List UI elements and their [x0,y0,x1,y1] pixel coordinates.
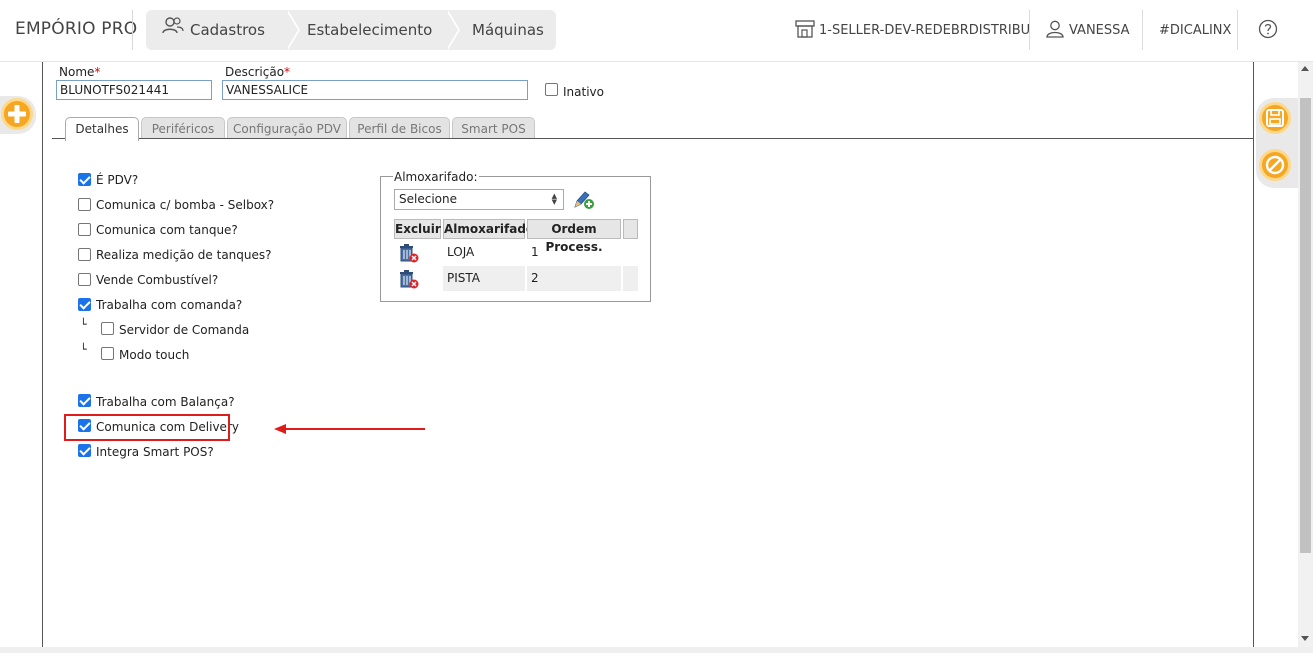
cell-almoxarifado: PISTA [443,266,525,291]
descricao-input[interactable]: VANESSALICE [222,80,528,100]
user-name: VANESSA [1069,23,1130,38]
table-row: LOJA 1 [394,240,638,265]
users-icon [162,9,184,49]
almoxarifado-select[interactable]: Selecione ▲ ▼ [394,189,564,210]
integra-smart-pos-checkbox[interactable] [78,444,91,457]
servidor-comanda-checkbox[interactable] [101,322,114,335]
trabalha-balanca-label: Trabalha com Balança? [96,395,235,409]
column-ordem-process: Ordem Process. [527,219,621,254]
save-icon [1266,109,1284,127]
comunica-tanque-label: Comunica com tanque? [96,223,238,237]
servidor-comanda-label: Servidor de Comanda [119,323,250,337]
nome-label: Nome* [59,65,101,79]
vende-combustivel-label: Vende Combustível? [96,273,219,287]
column-excluir: Excluir [394,219,441,239]
frame-right-border [1253,62,1254,647]
store-selector[interactable]: 1-SELLER-DEV-REDEBRDISTRIBU [795,10,1030,50]
block-icon [1265,155,1285,175]
user-icon [1046,20,1064,38]
toolbar-divider [1029,10,1030,50]
trash-delete-icon [400,244,419,263]
cancel-button[interactable] [1259,149,1291,181]
add-almoxarifado-button[interactable] [572,189,596,211]
trabalha-comanda-checkbox[interactable] [78,298,91,311]
save-button[interactable] [1259,102,1291,134]
dicalinx-link[interactable]: #DICALINX [1159,10,1231,50]
delete-row-button[interactable] [398,269,420,293]
tab-detalhes[interactable]: Detalhes [65,117,139,141]
comunica-bomba-label: Comunica c/ bomba - Selbox? [96,198,275,212]
select-arrows-icon: ▲ ▼ [551,192,557,206]
tab-configuracao-pdv[interactable]: Configuração PDV [227,117,347,139]
tree-connector: └ [80,318,87,331]
modo-touch-checkbox[interactable] [101,347,114,360]
vende-combustivel-checkbox[interactable] [78,273,91,286]
select-value: Selecione [399,192,457,206]
nome-input[interactable]: BLUNOTFS021441 [56,80,212,100]
cell-ordem: 2 [527,266,621,291]
tab-perifericos[interactable]: Periféricos [141,117,225,139]
annotation-highlight-box [64,414,230,441]
modo-touch-label: Modo touch [119,348,190,362]
tab-perfil-de-bicos[interactable]: Perfil de Bicos [349,117,450,139]
brand-divider [132,10,133,50]
pencil-add-icon [574,191,594,209]
trabalha-comanda-label: Trabalha com comanda? [96,298,243,312]
inativo-checkbox[interactable] [545,83,558,96]
medicao-tanques-checkbox[interactable] [78,248,91,261]
help-button[interactable] [1258,10,1282,50]
breadcrumb-label: Estabelecimento [307,21,433,39]
tab-baseline [52,138,1253,139]
medicao-tanques-label: Realiza medição de tanques? [96,248,272,262]
brand-logo[interactable]: EMPÓRIO PRO [15,19,137,39]
integra-smart-pos-label: Integra Smart POS? [96,445,214,459]
trash-delete-icon [400,270,419,289]
breadcrumb-maquinas[interactable]: Máquinas [446,10,556,50]
help-icon [1258,19,1278,39]
delete-row-button[interactable] [398,243,420,267]
cell-spacer [623,266,638,291]
plus-icon [8,105,26,123]
breadcrumb-chevron [446,10,458,50]
inativo-label: Inativo [563,85,604,99]
tab-smart-pos[interactable]: Smart POS [452,117,535,139]
store-name: 1-SELLER-DEV-REDEBRDISTRIBU [819,23,1031,38]
user-menu[interactable]: VANESSA [1045,10,1130,50]
breadcrumb-label: Cadastros [190,21,265,39]
e-pdv-label: É PDV? [96,173,139,187]
annotation-arrow-line [285,428,425,430]
trabalha-balanca-checkbox[interactable] [78,394,91,407]
breadcrumb-cadastros[interactable]: Cadastros [146,10,286,50]
cell-ordem: 1 [531,245,539,259]
bottom-strip [0,647,1313,653]
toolbar-divider [1142,10,1143,50]
comunica-bomba-checkbox[interactable] [78,198,91,211]
scrollbar-thumb[interactable] [1300,98,1311,553]
cell-almoxarifado: LOJA [447,245,475,259]
toolbar-divider [1237,10,1238,50]
add-button[interactable] [1,98,33,130]
breadcrumb-estabelecimento[interactable]: Estabelecimento [286,10,446,50]
breadcrumb-chevron [286,10,298,50]
column-almoxarifado: Almoxarifado [443,219,534,239]
scroll-up-arrow[interactable] [1301,66,1309,71]
almoxarifado-legend: Almoxarifado: [393,170,479,184]
descricao-label: Descrição* [225,65,291,79]
annotation-arrow-head [274,424,286,434]
e-pdv-checkbox[interactable] [78,173,91,186]
scroll-down-arrow[interactable] [1301,636,1309,641]
comunica-tanque-checkbox[interactable] [78,223,91,236]
table-row: PISTA 2 [394,266,638,291]
store-icon [795,20,815,38]
tree-connector: └ [80,343,87,356]
frame-left-border [42,62,43,647]
top-bar: EMPÓRIO PRO Cadastros Estabelecimento Má… [0,0,1313,62]
column-spacer [623,219,638,239]
breadcrumb-label: Máquinas [472,21,544,39]
